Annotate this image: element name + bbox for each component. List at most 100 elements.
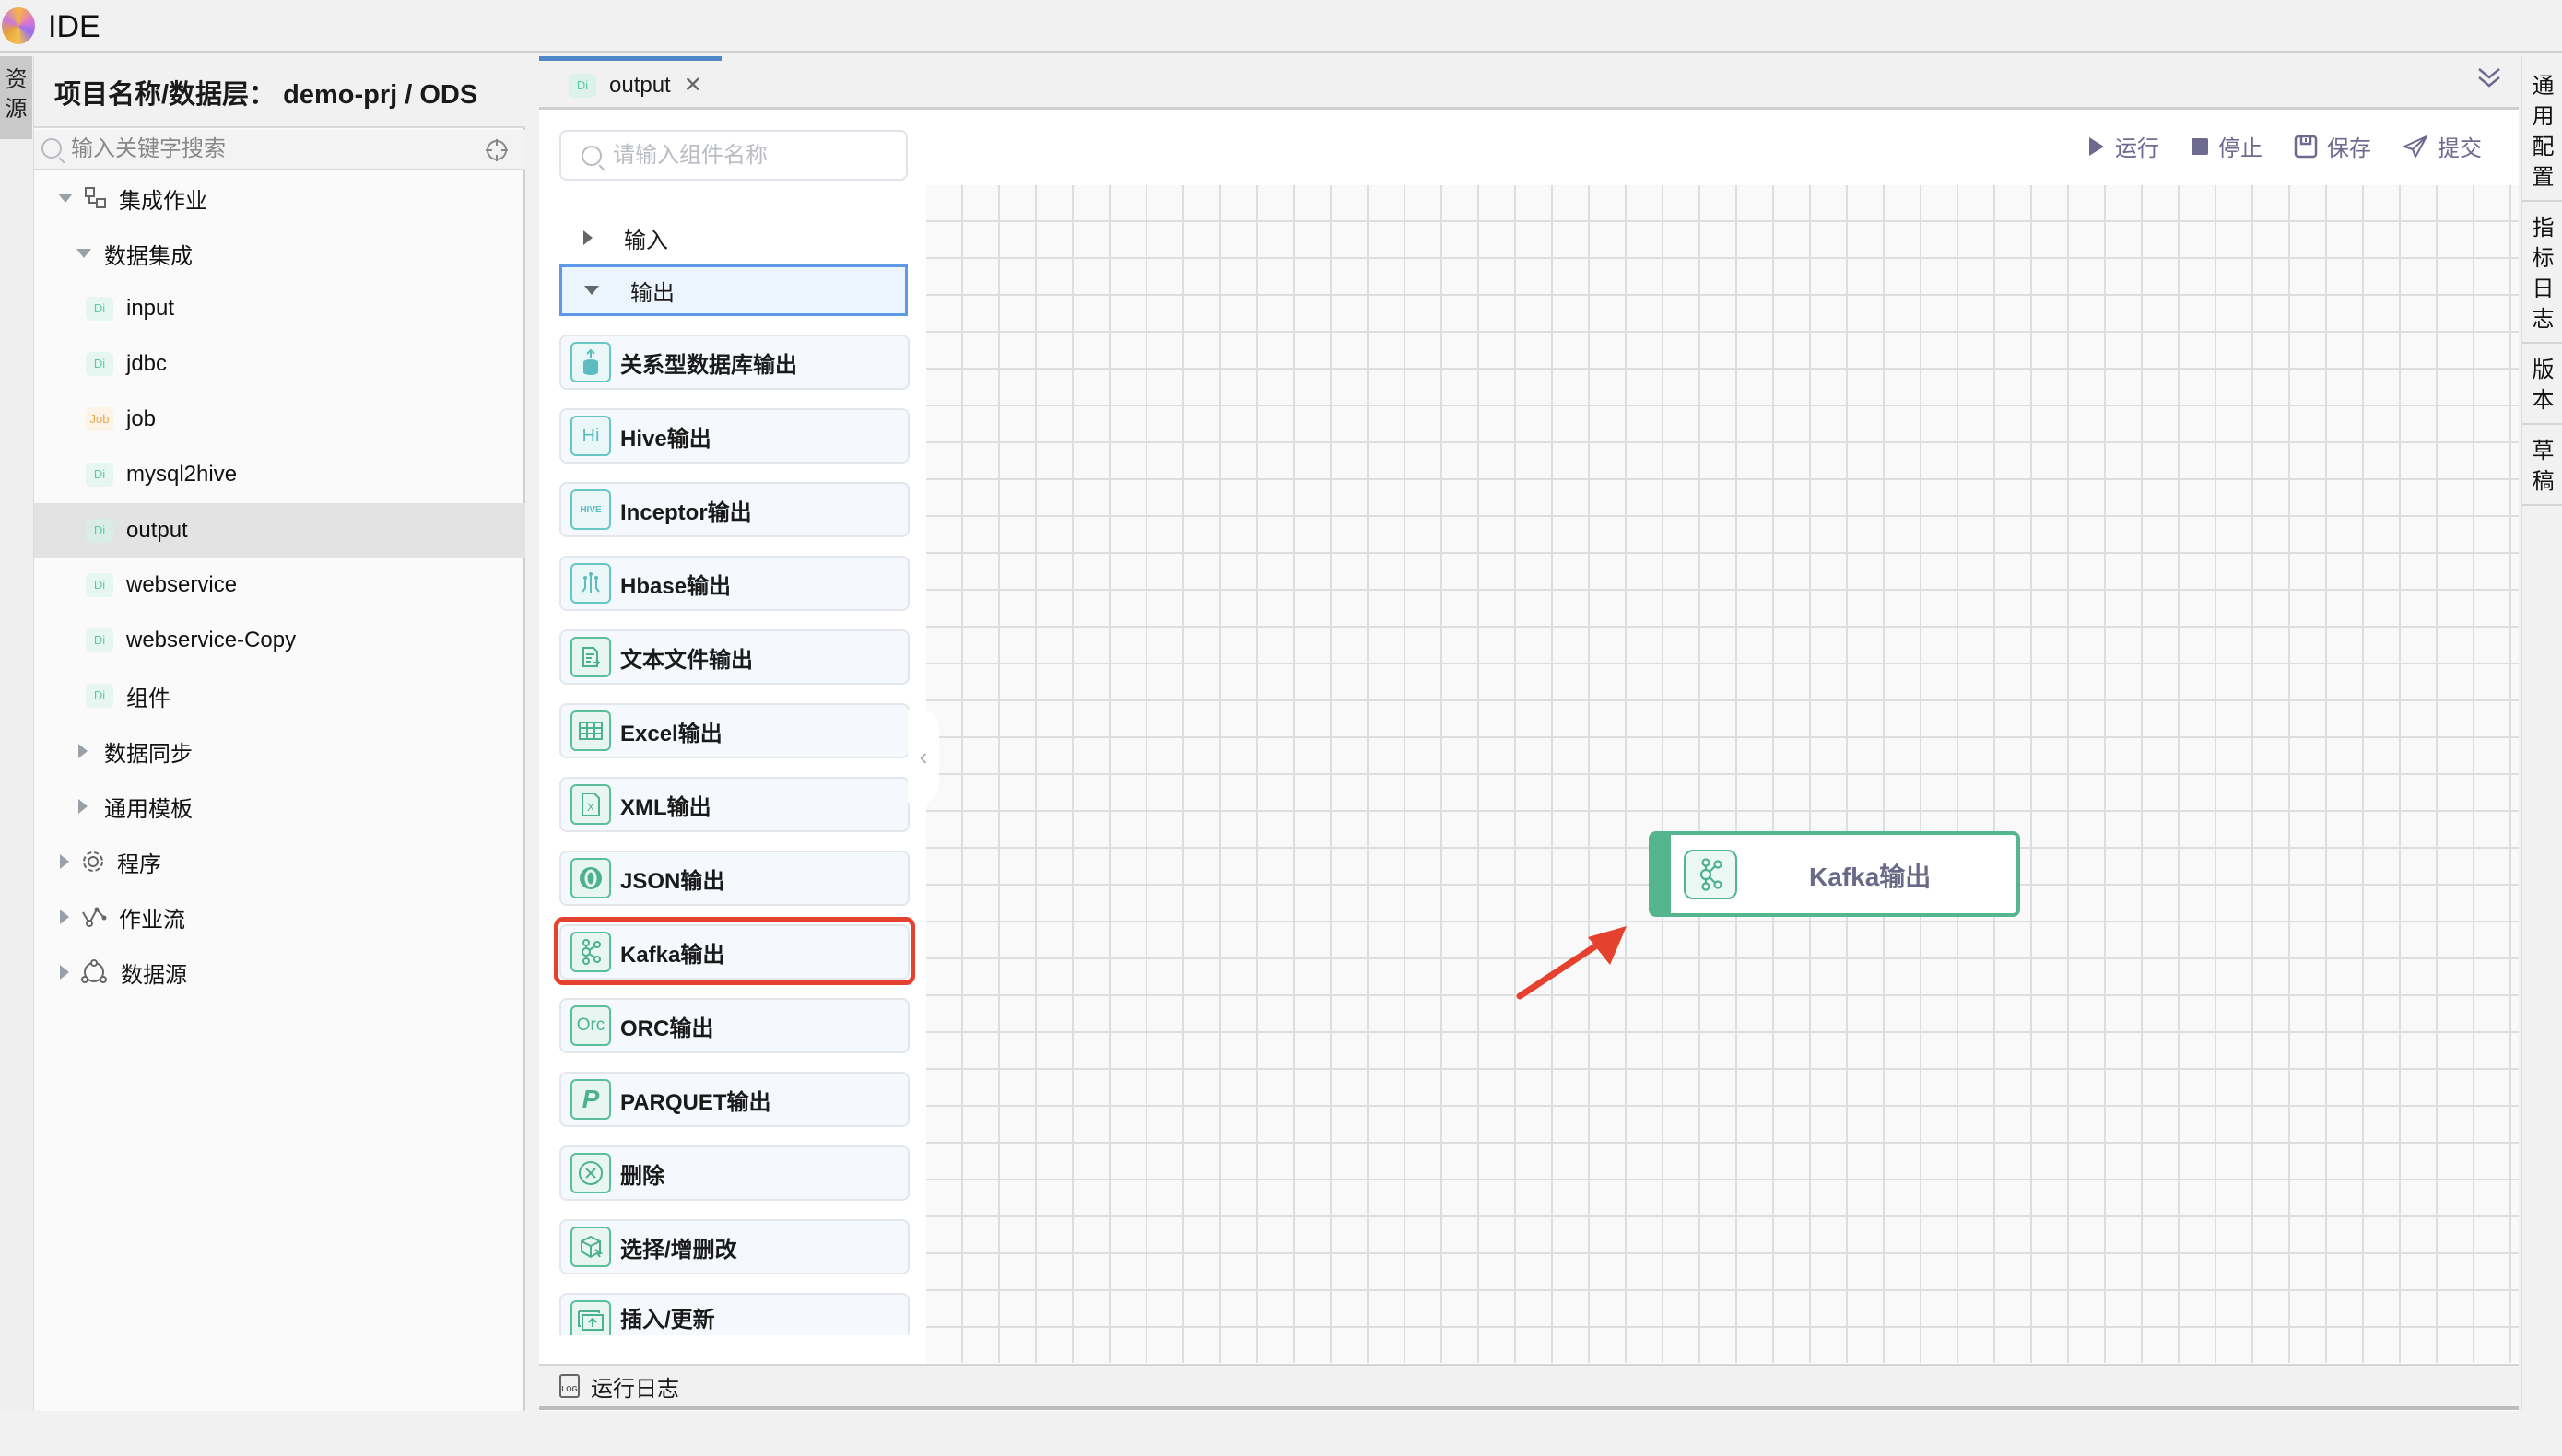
stop-button[interactable]: 停止 [2191, 130, 2262, 162]
component-text-file-output[interactable]: 文本文件输出 [559, 629, 910, 685]
save-button[interactable]: 保存 [2294, 130, 2371, 162]
di-badge-icon: Di [569, 73, 596, 98]
title-bar: IDE [0, 0, 2562, 53]
left-side-strip [0, 56, 34, 1411]
tree-item-webservice[interactable]: Di webservice [34, 558, 525, 613]
inceptor-hive-icon: HIVE [570, 489, 611, 530]
component-orc-output[interactable]: Orc ORC输出 [559, 998, 910, 1053]
tree-item-label: 数据同步 [104, 741, 193, 767]
canvas-node-kafka-output[interactable]: Kafka输出 [1649, 831, 2020, 917]
component-excel-output[interactable]: Excel输出 [559, 703, 910, 758]
double-chevron-down-icon[interactable] [2476, 65, 2502, 97]
node-label: Kafka输出 [1809, 863, 1932, 891]
side-tab-label: 指标日志 [2532, 216, 2555, 332]
component-search-input[interactable] [613, 139, 889, 172]
tree-item-label: 集成作业 [119, 188, 207, 214]
collapsed-caret-icon[interactable] [60, 965, 69, 980]
collapsed-caret-icon[interactable] [583, 230, 593, 245]
component-label: JSON输出 [620, 868, 725, 894]
component-insert-update[interactable]: 插入/更新 [559, 1293, 910, 1335]
submit-label: 提交 [2438, 136, 2482, 161]
tree-item-mysql2hive[interactable]: Di mysql2hive [34, 447, 525, 502]
chevron-left-icon: ‹ [919, 742, 928, 770]
group-output[interactable]: 输出 [559, 264, 908, 316]
locate-icon[interactable] [484, 137, 510, 163]
expanded-caret-icon[interactable] [76, 249, 91, 258]
component-hive-output[interactable]: Hi Hive输出 [559, 408, 910, 464]
editor-area: Di output ✕ 输入 输出 关系型数据库输出 Hi Hive输出 HIV… [539, 56, 2519, 1411]
tree-item-input[interactable]: Di input [34, 281, 525, 336]
component-xml-output[interactable]: X XML输出 [559, 777, 910, 832]
group-input[interactable]: 输入 [559, 215, 908, 261]
side-tab-metrics-log[interactable]: 指标日志 [2522, 207, 2562, 344]
save-icon [2294, 135, 2318, 158]
side-tab-version[interactable]: 版本 [2522, 349, 2562, 425]
tab-output[interactable]: Di output ✕ [539, 56, 722, 110]
design-canvas[interactable] [926, 185, 2519, 1363]
tree-item-jdbc[interactable]: Di jdbc [34, 336, 525, 392]
run-log-label: 运行日志 [591, 1376, 679, 1402]
svg-text:X: X [587, 801, 594, 814]
tree-item-integration-jobs[interactable]: 集成作业 [34, 170, 525, 226]
delete-circle-icon [570, 1153, 611, 1193]
close-icon[interactable]: ✕ [684, 72, 702, 99]
tree-item-components[interactable]: Di 组件 [34, 668, 525, 723]
component-rdb-output[interactable]: 关系型数据库输出 [559, 335, 910, 390]
tree-item-data-sync[interactable]: 数据同步 [34, 723, 525, 779]
tree-item-programs[interactable]: 程序 [34, 834, 525, 889]
parquet-icon: P [570, 1079, 611, 1120]
app-logo-icon [2, 7, 35, 44]
component-inceptor-output[interactable]: HIVE Inceptor输出 [559, 482, 910, 537]
component-select-crud[interactable]: 选择/增删改 [559, 1219, 910, 1274]
collapse-panel-handle[interactable]: ‹ [908, 710, 939, 803]
tree-item-workflow[interactable]: 作业流 [34, 889, 525, 945]
tree-item-label: 数据集成 [104, 243, 193, 269]
annotation-arrow-icon [1516, 926, 1627, 1000]
component-hbase-output[interactable]: Hbase输出 [559, 556, 910, 611]
stop-icon [2192, 137, 2208, 155]
tree-item-data-integration[interactable]: 数据集成 [34, 226, 525, 281]
tree-item-label: output [126, 518, 188, 543]
side-tab-general-config[interactable]: 通用配置 [2522, 65, 2562, 202]
log-file-icon: LOG [559, 1374, 580, 1398]
collapsed-caret-icon[interactable] [60, 910, 69, 924]
tree-item-output[interactable]: Di output [34, 503, 525, 558]
json-icon [570, 858, 611, 898]
expanded-caret-icon[interactable] [584, 286, 599, 295]
tree-item-label: 通用模板 [104, 796, 193, 822]
tree-item-label: webservice [126, 572, 238, 597]
stop-label: 停止 [2218, 136, 2262, 161]
submit-button[interactable]: 提交 [2403, 130, 2482, 162]
di-badge-icon: Di [86, 463, 113, 487]
integration-icon [85, 187, 106, 208]
component-label: Hbase输出 [620, 573, 732, 599]
component-search [559, 130, 908, 181]
expanded-caret-icon[interactable] [58, 194, 73, 203]
resources-side-tab[interactable]: 资源 [0, 56, 32, 139]
component-delete[interactable]: 删除 [559, 1145, 910, 1201]
component-label: 关系型数据库输出 [620, 352, 797, 378]
side-tab-draft[interactable]: 草稿 [2522, 430, 2562, 506]
tree-item-datasource[interactable]: 数据源 [34, 945, 525, 1000]
tree-item-webservice-copy[interactable]: Di webservice-Copy [34, 613, 525, 668]
component-json-output[interactable]: JSON输出 [559, 851, 910, 906]
run-button[interactable]: 运行 [2087, 130, 2159, 162]
datasource-icon [81, 959, 107, 983]
canvas-toolbar: 运行 停止 保存 提交 [2087, 130, 2482, 162]
save-label: 保存 [2327, 136, 2371, 161]
project-header: 项目名称/数据层： demo-prj / ODS [34, 56, 525, 128]
side-tab-label: 版本 [2532, 358, 2555, 413]
run-log-bar[interactable]: LOG 运行日志 [539, 1364, 2519, 1410]
group-label: 输出 [630, 280, 675, 306]
collapsed-caret-icon[interactable] [78, 744, 88, 758]
play-icon [2089, 136, 2104, 156]
excel-table-icon [570, 710, 611, 751]
component-parquet-output[interactable]: P PARQUET输出 [559, 1072, 910, 1127]
tree-item-common-templates[interactable]: 通用模板 [34, 779, 525, 834]
tree-item-label: mysql2hive [126, 462, 238, 487]
tree-item-job[interactable]: Job job [34, 392, 525, 447]
collapsed-caret-icon[interactable] [60, 854, 69, 869]
tree-search-input[interactable] [71, 134, 476, 165]
collapsed-caret-icon[interactable] [78, 799, 88, 814]
component-label: Excel输出 [620, 721, 723, 746]
